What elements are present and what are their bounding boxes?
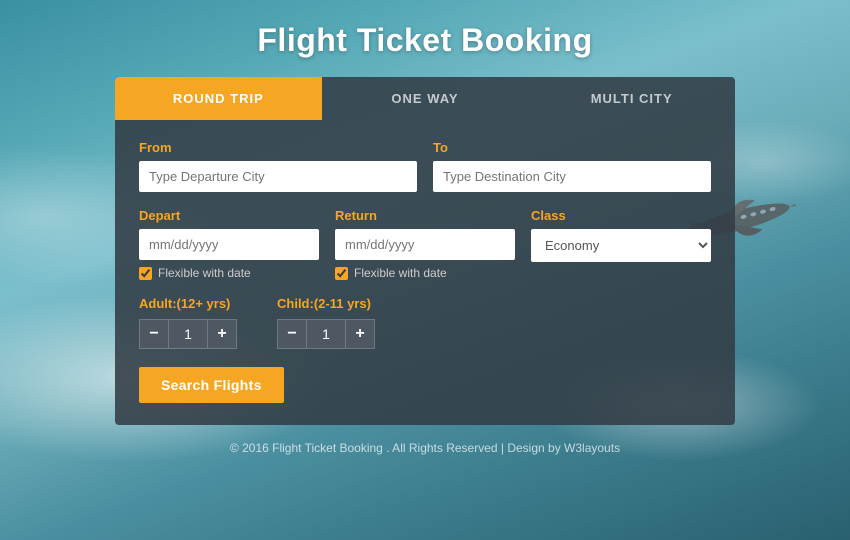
adult-value: 1 [169, 319, 207, 349]
page-container: Flight Ticket Booking ROUND TRIP ONE WAY… [0, 0, 850, 455]
child-label: Child:(2-11 yrs) [277, 296, 375, 311]
class-field-group: Class Economy Business First Class [531, 208, 711, 280]
depart-flexible-label: Flexible with date [158, 266, 251, 280]
return-flexible-row: Flexible with date [335, 266, 515, 280]
return-field-group: Return Flexible with date [335, 208, 515, 280]
from-to-row: From To [139, 140, 711, 192]
booking-card: ROUND TRIP ONE WAY MULTI CITY From To D [115, 77, 735, 425]
footer-text: © 2016 Flight Ticket Booking . All Right… [230, 441, 620, 455]
class-select[interactable]: Economy Business First Class [531, 229, 711, 262]
class-label: Class [531, 208, 711, 223]
depart-label: Depart [139, 208, 319, 223]
child-increment-button[interactable]: + [345, 319, 375, 349]
depart-flexible-row: Flexible with date [139, 266, 319, 280]
return-flexible-label: Flexible with date [354, 266, 447, 280]
adult-controls: − 1 + [139, 319, 237, 349]
child-value: 1 [307, 319, 345, 349]
adult-increment-button[interactable]: + [207, 319, 237, 349]
adult-counter-group: Adult:(12+ yrs) − 1 + [139, 296, 237, 349]
from-field-group: From [139, 140, 417, 192]
form-area: From To Depart Flexible with date [115, 120, 735, 425]
return-label: Return [335, 208, 515, 223]
child-controls: − 1 + [277, 319, 375, 349]
child-decrement-button[interactable]: − [277, 319, 307, 349]
return-flexible-checkbox[interactable] [335, 267, 348, 280]
tab-multi-city[interactable]: MULTI CITY [528, 77, 735, 120]
to-label: To [433, 140, 711, 155]
from-label: From [139, 140, 417, 155]
dates-class-row: Depart Flexible with date Return Flexibl… [139, 208, 711, 280]
adult-decrement-button[interactable]: − [139, 319, 169, 349]
tab-bar: ROUND TRIP ONE WAY MULTI CITY [115, 77, 735, 120]
adult-label: Adult:(12+ yrs) [139, 296, 237, 311]
tab-one-way[interactable]: ONE WAY [322, 77, 529, 120]
counters-section: Adult:(12+ yrs) − 1 + Child:(2-11 yrs) [139, 296, 711, 349]
depart-input[interactable] [139, 229, 319, 260]
to-field-group: To [433, 140, 711, 192]
search-flights-button[interactable]: Search Flights [139, 367, 284, 403]
depart-field-group: Depart Flexible with date [139, 208, 319, 280]
return-input[interactable] [335, 229, 515, 260]
page-title: Flight Ticket Booking [257, 22, 592, 59]
depart-flexible-checkbox[interactable] [139, 267, 152, 280]
tab-round-trip[interactable]: ROUND TRIP [115, 77, 322, 120]
to-input[interactable] [433, 161, 711, 192]
child-counter-group: Child:(2-11 yrs) − 1 + [277, 296, 375, 349]
from-input[interactable] [139, 161, 417, 192]
